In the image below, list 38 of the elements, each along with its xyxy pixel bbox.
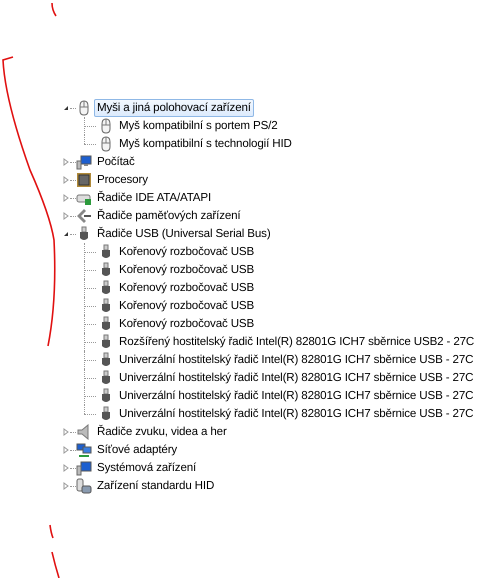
expand-arrow-icon[interactable] [62, 428, 70, 436]
collapse-arrow-icon[interactable] [62, 104, 70, 112]
computer-icon [76, 460, 92, 476]
tree-item[interactable]: Řadiče USB (Universal Serial Bus) [94, 225, 274, 243]
tree-item[interactable]: Kořenový rozbočovač USB [116, 297, 258, 315]
tree-item[interactable]: Rozšířený hostitelský řadič Intel(R) 82801G ICH7 sběrnice USB2 - 27C [116, 333, 478, 351]
expand-arrow-icon[interactable] [62, 212, 70, 220]
input-device-icon [76, 478, 92, 494]
collapse-arrow-icon[interactable] [62, 230, 70, 238]
tree-item[interactable]: Řadiče IDE ATA/ATAPI [94, 189, 214, 207]
tree-item[interactable]: Kořenový rozbočovač USB [116, 243, 258, 261]
tree-item[interactable]: Zařízení standardu HID [94, 477, 218, 495]
expand-arrow-icon[interactable] [62, 446, 70, 454]
tree-item[interactable]: Univerzální hostitelský řadič Intel(R) 82801G ICH7 sběrnice USB - 27C [116, 387, 476, 405]
expand-arrow-icon[interactable] [62, 482, 70, 490]
expand-arrow-icon[interactable] [62, 176, 70, 184]
tree-item[interactable]: Počítač [94, 153, 138, 171]
expand-arrow-icon[interactable] [62, 158, 70, 166]
tree-item[interactable]: Řadiče zvuku, videa a her [94, 423, 230, 441]
tree-item[interactable]: Kořenový rozbočovač USB [116, 261, 258, 279]
expand-arrow-icon[interactable] [62, 464, 70, 472]
tree-item[interactable]: Myš kompatibilní s portem PS/2 [116, 117, 281, 135]
computer-icon [76, 154, 92, 170]
tree-item[interactable]: Kořenový rozbočovač USB [116, 279, 258, 297]
tree-item[interactable]: Univerzální hostitelský řadič Intel(R) 82801G ICH7 sběrnice USB - 27C [116, 405, 476, 423]
tree-item[interactable]: Procesory [94, 171, 151, 189]
tree-item[interactable]: Univerzální hostitelský řadič Intel(R) 82801G ICH7 sběrnice USB - 27C [116, 351, 476, 369]
tree-item[interactable]: Kořenový rozbočovač USB [116, 315, 258, 333]
tree-item[interactable]: Síťové adaptéry [94, 441, 180, 459]
tree-item[interactable]: Myši a jiná polohovací zařízení [94, 99, 254, 117]
tree-item[interactable]: Myš kompatibilní s technologií HID [116, 135, 295, 153]
tree-item[interactable]: Univerzální hostitelský řadič Intel(R) 82801G ICH7 sběrnice USB - 27C [116, 369, 476, 387]
expand-arrow-icon[interactable] [62, 194, 70, 202]
tree-item[interactable]: Systémová zařízení [94, 459, 200, 477]
storage-icon [76, 208, 92, 224]
chip-icon [76, 172, 92, 188]
tree-item[interactable]: Řadiče paměťových zařízení [94, 207, 244, 225]
network-icon [76, 442, 92, 458]
